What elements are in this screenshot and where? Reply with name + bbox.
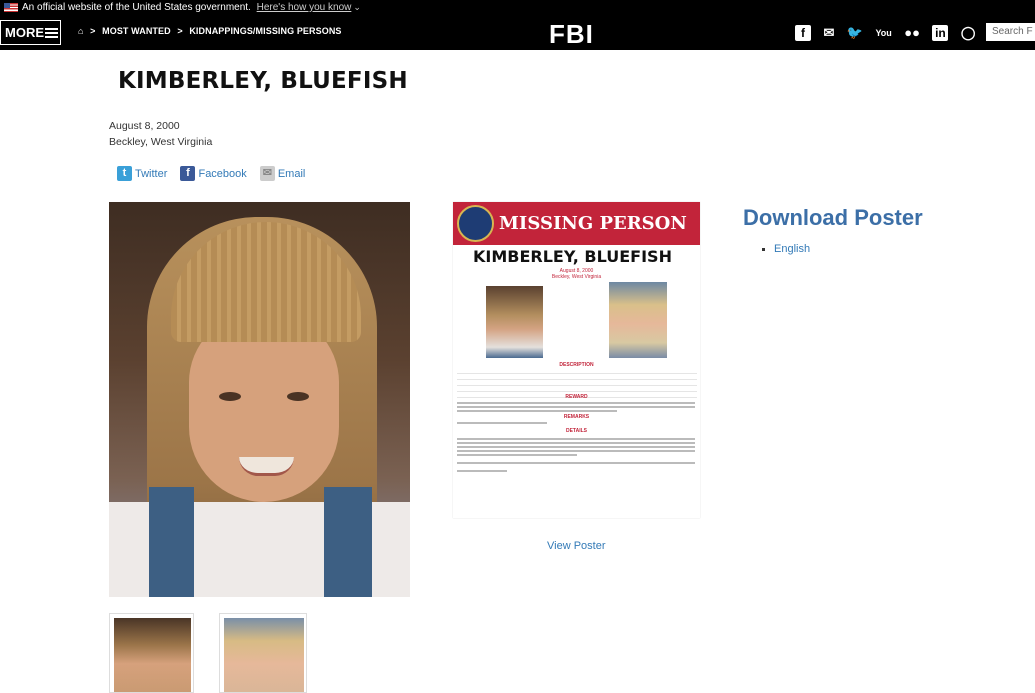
gov-banner: An official website of the United States…: [0, 0, 1035, 15]
share-email-link[interactable]: ✉ Email: [259, 166, 306, 181]
home-icon[interactable]: ⌂: [78, 26, 84, 36]
email-icon[interactable]: ✉: [823, 25, 834, 41]
twitter-icon: t: [117, 166, 132, 181]
facebook-label: Facebook: [198, 167, 247, 180]
page-title: KIMBERLEY, BLUEFISH: [118, 68, 408, 94]
search-input[interactable]: Search F: [986, 23, 1035, 41]
download-language-list: English: [762, 243, 810, 255]
poster-photo-child: [486, 286, 543, 358]
flickr-icon[interactable]: ●●: [904, 25, 920, 40]
main-photo[interactable]: [109, 202, 410, 597]
download-poster-heading: Download Poster: [743, 205, 923, 230]
breadcrumb-kidnappings[interactable]: KIDNAPPINGS/MISSING PERSONS: [189, 26, 341, 36]
social-links: f ✉ 🐦 You ●● in ◯: [795, 24, 983, 42]
share-links: t Twitter f Facebook ✉ Email: [117, 166, 315, 181]
twitter-icon[interactable]: 🐦: [847, 25, 863, 41]
facebook-icon: f: [180, 166, 196, 181]
case-date: August 8, 2000: [109, 120, 180, 132]
more-label: MORE: [5, 25, 44, 40]
gov-banner-text: An official website of the United States…: [22, 2, 251, 13]
more-menu-button[interactable]: MORE: [0, 20, 61, 45]
poster-section-details: DETAILS: [565, 428, 588, 434]
poster-photo-age-progressed: [609, 282, 667, 358]
share-twitter-link[interactable]: t Twitter: [117, 166, 167, 181]
share-facebook-link[interactable]: f Facebook: [180, 166, 247, 181]
poster-thumbnail[interactable]: MISSING PERSON KIMBERLEY, BLUEFISH Augus…: [453, 202, 700, 518]
case-location: Beckley, West Virginia: [109, 136, 213, 148]
poster-banner-text: MISSING PERSON: [499, 213, 687, 234]
twitter-label: Twitter: [135, 167, 168, 180]
youtube-icon[interactable]: You: [875, 28, 891, 38]
breadcrumb: ⌂ > MOST WANTED > KIDNAPPINGS/MISSING PE…: [78, 26, 342, 36]
thumbnail-photo-1[interactable]: [109, 613, 194, 693]
us-flag-icon: [4, 3, 18, 12]
thumbnail-photo-2[interactable]: [219, 613, 307, 693]
email-icon: ✉: [259, 166, 275, 181]
view-poster-link[interactable]: View Poster: [547, 540, 606, 552]
breadcrumb-most-wanted[interactable]: MOST WANTED: [102, 26, 171, 36]
download-english-link[interactable]: English: [774, 243, 810, 255]
poster-section-remarks: REMARKS: [563, 414, 590, 420]
email-label: Email: [277, 167, 306, 180]
bullet: [762, 247, 765, 251]
fbi-logo[interactable]: FBI: [549, 19, 594, 50]
linkedin-icon[interactable]: in: [932, 24, 949, 41]
poster-name: KIMBERLEY, BLUEFISH: [473, 247, 672, 266]
hamburger-icon: [45, 28, 58, 38]
poster-banner: MISSING PERSON: [453, 202, 700, 245]
heres-how-you-know-link[interactable]: Here's how you know: [257, 2, 352, 13]
chevron-down-icon[interactable]: ⌄: [353, 2, 361, 12]
poster-section-reward: REWARD: [565, 394, 588, 400]
facebook-icon[interactable]: f: [795, 24, 811, 41]
instagram-icon[interactable]: ◯: [961, 25, 976, 41]
poster-place: Beckley, West Virginia: [551, 274, 602, 280]
fbi-seal-icon: [457, 205, 494, 242]
top-navbar: MORE ⌂ > MOST WANTED > KIDNAPPINGS/MISSI…: [0, 15, 1035, 50]
